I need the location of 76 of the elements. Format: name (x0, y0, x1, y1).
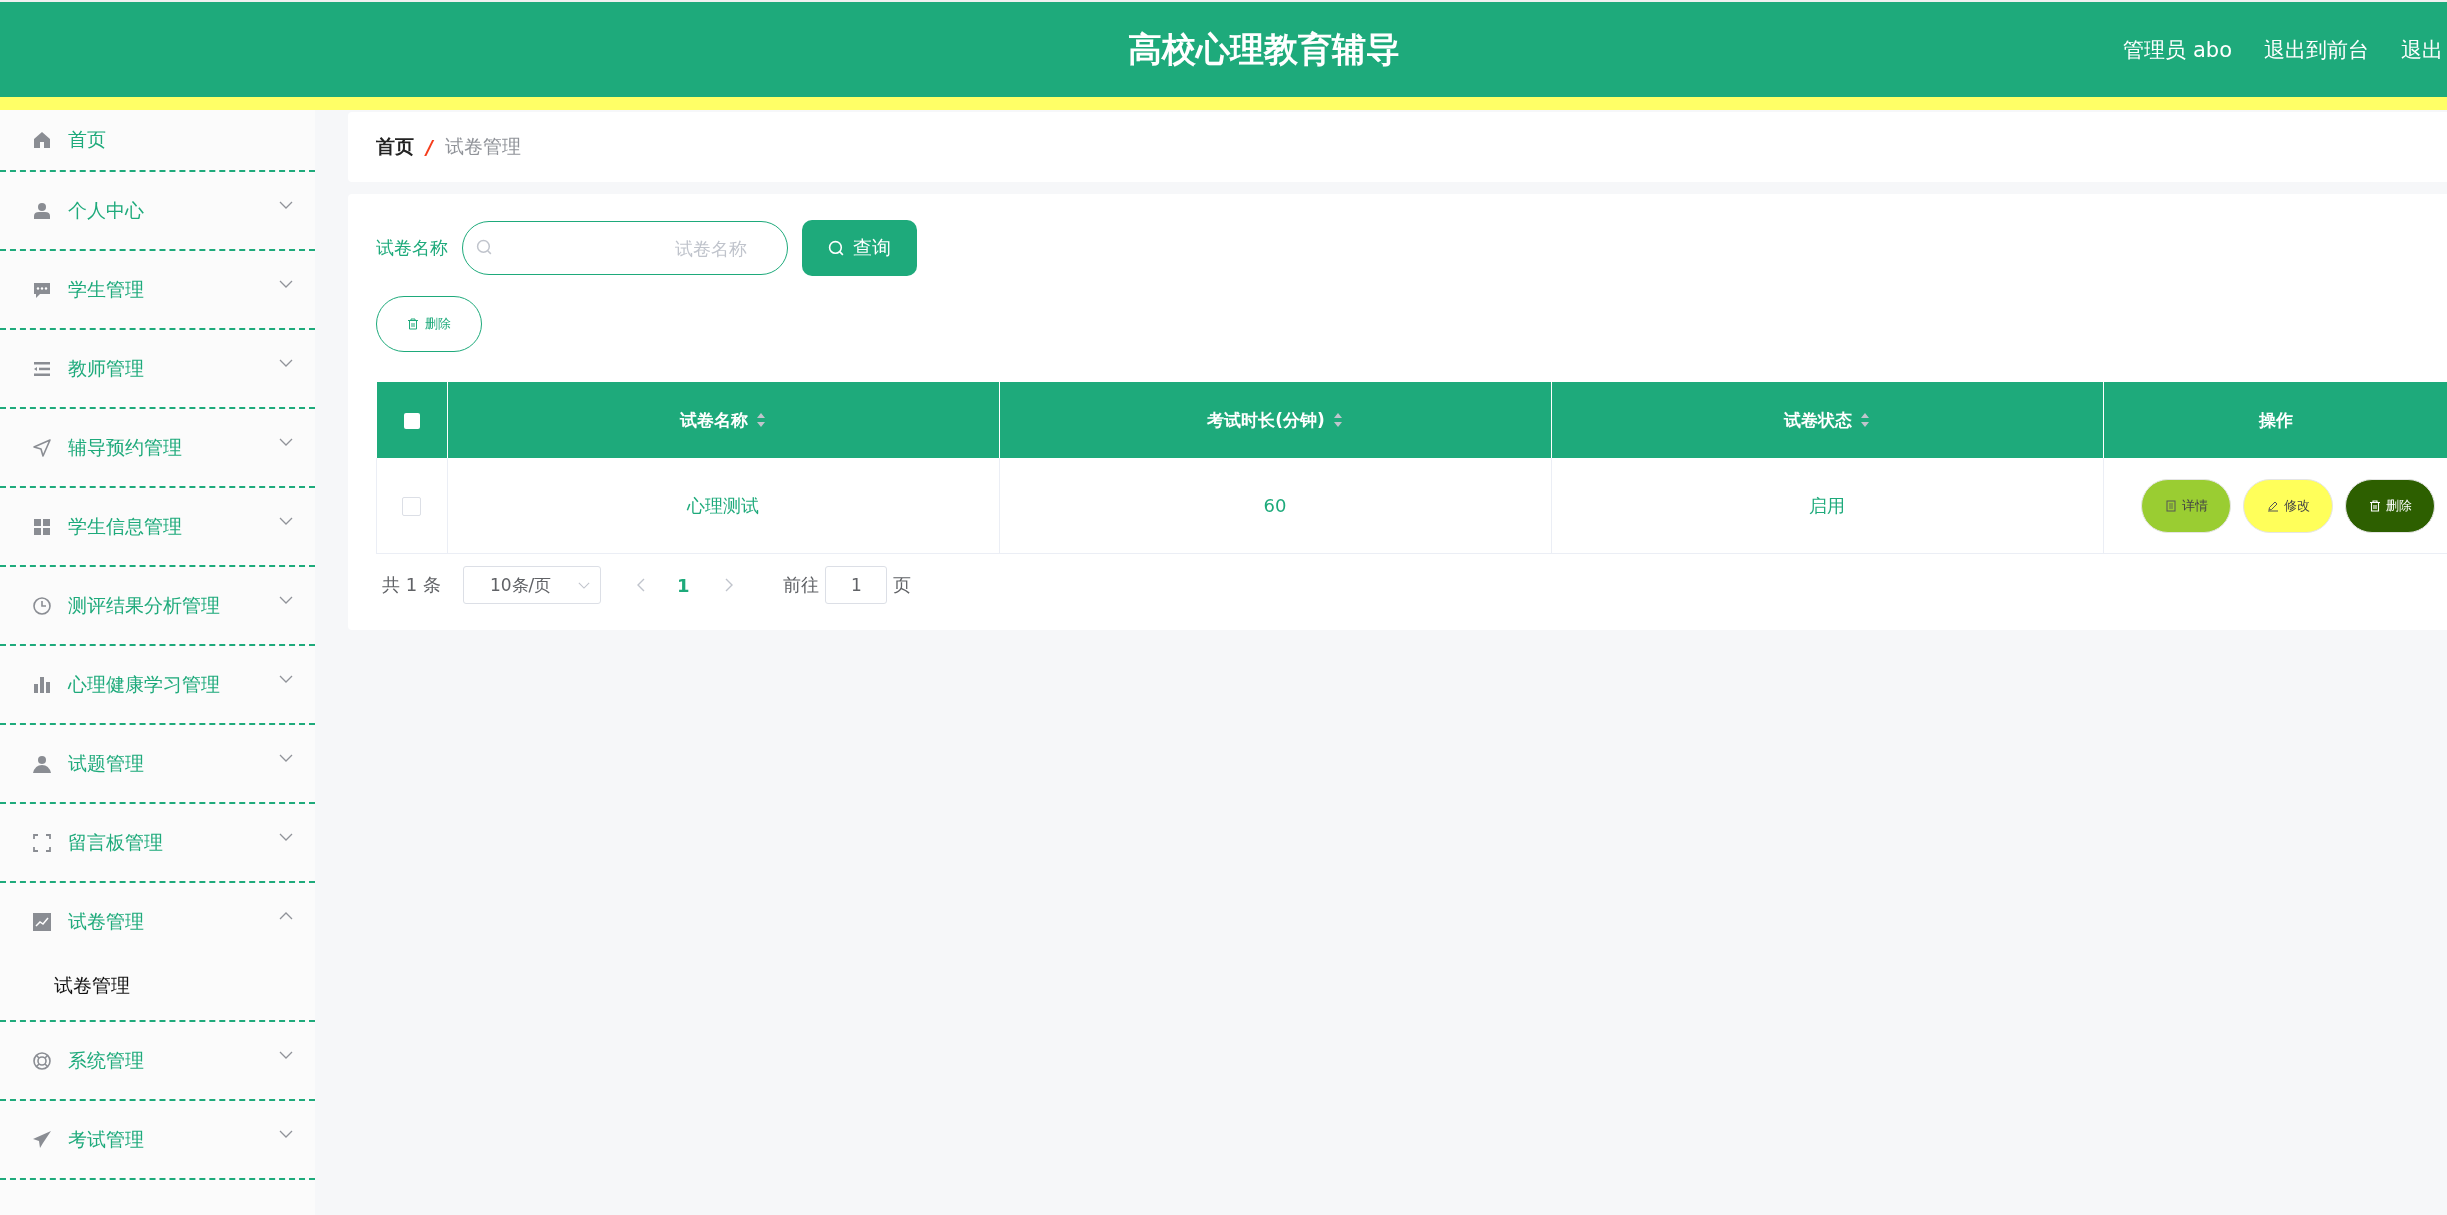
header-link[interactable]: 管理员 abo (2123, 35, 2232, 64)
table-cell: 心理测试 (447, 458, 999, 554)
column-header[interactable]: 试卷名称 (447, 382, 999, 458)
chevron-icon (279, 279, 293, 288)
sort-icon[interactable] (1332, 412, 1343, 428)
navigation-icon (32, 437, 52, 458)
lifebuoy-icon (32, 1050, 52, 1071)
breadcrumb-item: 试卷管理 (444, 134, 521, 159)
sidebar-item[interactable]: 首页 (0, 110, 315, 170)
column-header[interactable]: 考试时长(分钟) (999, 382, 1551, 458)
sidebar-item[interactable]: 系统管理 (0, 1022, 315, 1099)
line-chart-icon (32, 911, 52, 932)
user-icon (32, 200, 52, 221)
header-link[interactable]: 退出 (2401, 35, 2443, 64)
sidebar-item[interactable]: 学生信息管理 (0, 488, 315, 565)
app-title: 高校心理教育辅导 (1127, 27, 1400, 71)
table-cell: 60 (999, 458, 1551, 554)
sort-icon[interactable] (756, 412, 766, 428)
column-header[interactable]: 试卷状态 (1551, 382, 2103, 458)
table-cell: 启用 (1551, 458, 2103, 554)
chevron-icon (279, 595, 293, 604)
search-field[interactable]: 试卷名称 (462, 221, 788, 275)
sidebar-item[interactable]: 学生管理 (0, 251, 315, 328)
page-size-select[interactable]: 10条/页 (462, 566, 601, 604)
pencil-icon (2266, 499, 2279, 512)
document-icon (2164, 499, 2177, 512)
chevron-icon (279, 911, 293, 920)
breadcrumb-separator: / (426, 136, 433, 158)
sidebar-item[interactable]: 留言板管理 (0, 804, 315, 881)
field-label: 试卷名称 (376, 236, 448, 260)
fullscreen-icon (32, 832, 52, 853)
delete-button[interactable]: 删除 (376, 296, 482, 352)
chevron-icon (279, 1050, 293, 1059)
next-page-icon[interactable] (725, 578, 734, 592)
home-icon (32, 130, 52, 150)
row-checkbox[interactable] (402, 497, 422, 517)
search-button[interactable]: 查询 (802, 220, 917, 276)
page-number[interactable]: 1 (676, 574, 690, 596)
edit-button[interactable]: 修改 (2243, 478, 2333, 533)
sidebar-item[interactable]: 考试管理 (0, 1101, 315, 1178)
sort-icon[interactable] (1860, 412, 1870, 428)
chevron-icon (279, 437, 293, 446)
sidebar-item[interactable]: 个人中心 (0, 172, 315, 249)
sidebar-item[interactable]: 辅导预约管理 (0, 409, 315, 486)
chevron-icon (279, 1129, 293, 1138)
column-header: 操作 (2103, 382, 2447, 458)
sidebar-item[interactable]: 试题管理 (0, 725, 315, 802)
details-button[interactable]: 详情 (2141, 478, 2231, 533)
sidebar-item[interactable]: 心理健康学习管理 (0, 646, 315, 723)
search-icon (476, 239, 493, 256)
select-all-checkbox[interactable] (403, 413, 420, 429)
chevron-icon (279, 200, 293, 209)
search-icon (828, 239, 845, 257)
chevron-icon (279, 832, 293, 841)
page-input[interactable]: 1 (825, 566, 888, 604)
paper-plane-icon (32, 1129, 52, 1150)
breadcrumb-item[interactable]: 首页 (376, 134, 414, 160)
sidebar-item[interactable]: 测评结果分析管理 (0, 567, 315, 644)
chevron-icon (279, 674, 293, 683)
chevron-icon (279, 753, 293, 762)
total-count: 共 1 条 (382, 573, 441, 597)
trash-icon (407, 318, 419, 330)
chevron-icon (577, 581, 590, 589)
sidebar-item[interactable]: 教师管理 (0, 330, 315, 407)
goto-label: 前往 (783, 573, 820, 597)
user-icon (32, 753, 52, 774)
clock-icon (32, 595, 52, 616)
page-suffix: 页 (893, 573, 912, 597)
trash-icon (2368, 499, 2381, 512)
chevron-icon (279, 358, 293, 367)
header-link[interactable]: 退出到前台 (2264, 35, 2369, 64)
bar-chart-icon (32, 674, 52, 695)
grid-icon (32, 516, 52, 537)
delete-button[interactable]: 删除 (2345, 478, 2435, 533)
previous-page-icon[interactable] (636, 578, 645, 592)
chevron-icon (279, 516, 293, 525)
